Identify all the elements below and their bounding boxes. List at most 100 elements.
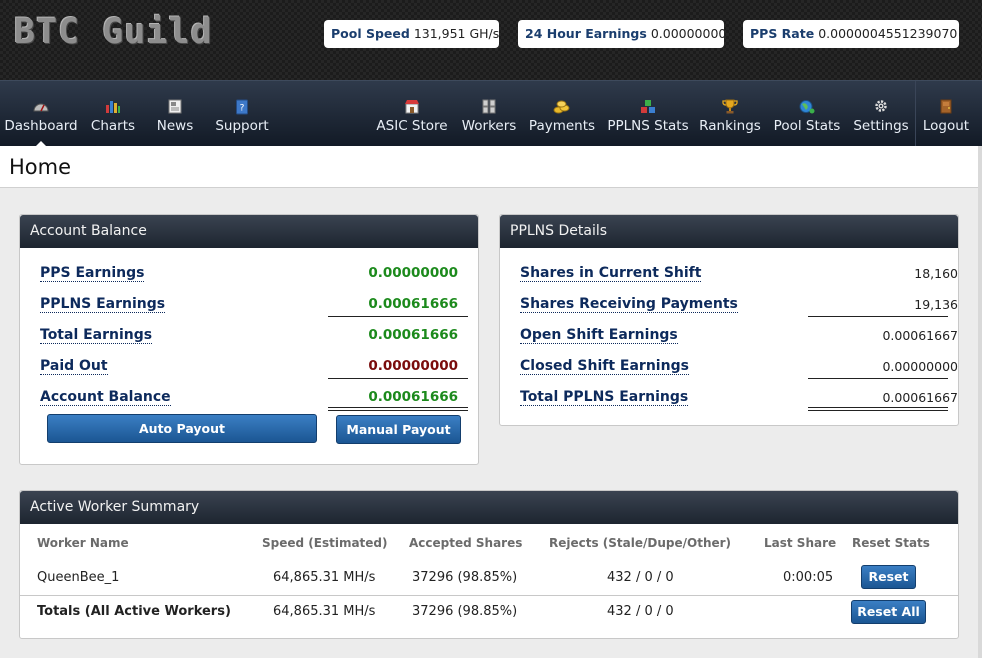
stat-value: 0.0000004551239070: [818, 26, 958, 41]
panel-title: Active Worker Summary: [20, 491, 958, 524]
auto-payout-button[interactable]: Auto Payout: [47, 414, 317, 443]
page-title-bar: Home: [0, 146, 978, 188]
reset-worker-button[interactable]: Reset: [861, 565, 916, 589]
help-book-icon: ?: [212, 97, 272, 115]
nav-settings[interactable]: Settings: [850, 81, 912, 147]
open-shift-earnings-link[interactable]: Open Shift Earnings: [520, 328, 678, 344]
total-earnings-value: 0.00061666: [368, 327, 458, 343]
coins-icon: [528, 97, 596, 115]
nav-label: PPLNS Stats: [607, 118, 689, 134]
workers-icon: [458, 97, 520, 115]
shares-receiving-payments-link[interactable]: Shares Receiving Payments: [520, 297, 738, 313]
site-logo[interactable]: BTC Guild: [14, 12, 213, 52]
nav-label: Dashboard: [4, 118, 78, 134]
totals-speed: 64,865.31 MH/s: [273, 604, 376, 619]
shares-current-shift-value: 18,160: [914, 266, 958, 281]
page-title: Home: [9, 155, 72, 179]
account-balance-link[interactable]: Account Balance: [40, 390, 171, 406]
nav-label: Rankings: [699, 118, 761, 134]
totals-label: Totals (All Active Workers): [37, 604, 231, 619]
svg-text:?: ?: [240, 104, 245, 114]
total-pplns-earnings-link[interactable]: Total PPLNS Earnings: [520, 390, 689, 406]
door-icon: [918, 97, 974, 115]
balance-row-total: Total Earnings 0.00061666: [40, 321, 460, 352]
open-shift-earnings-value: 0.00061667: [882, 328, 958, 343]
store-icon: [374, 97, 450, 115]
nav-pool-stats[interactable]: Pool Stats: [770, 81, 844, 147]
total-pplns-earnings-value: 0.00061667: [882, 390, 958, 405]
shares-receiving-payments-value: 19,136: [914, 297, 958, 312]
pplns-row: Open Shift Earnings 0.00061667: [520, 321, 958, 352]
worker-name: QueenBee_1: [37, 570, 120, 585]
closed-shift-earnings-link[interactable]: Closed Shift Earnings: [520, 359, 689, 375]
active-worker-summary-panel: Active Worker Summary Worker Name Speed …: [19, 490, 959, 639]
nav-payments[interactable]: Payments: [528, 81, 596, 147]
stat-value: 131,951 GH/s: [413, 26, 500, 41]
panel-title: Account Balance: [20, 215, 478, 248]
nav-charts[interactable]: Charts: [84, 81, 142, 147]
pplns-earnings-link[interactable]: PPLNS Earnings: [40, 297, 166, 313]
stat-label: PPS Rate: [750, 26, 815, 41]
blocks-icon: [604, 97, 692, 115]
nav-rankings[interactable]: Rankings: [698, 81, 762, 147]
nav-pplns-stats[interactable]: PPLNS Stats: [604, 81, 692, 147]
column-header[interactable]: Last Share: [764, 536, 836, 550]
sum-divider: [328, 378, 468, 379]
pplns-details-panel: PPLNS Details Shares in Current Shift 18…: [499, 214, 959, 426]
paid-out-value: 0.00000000: [368, 358, 458, 374]
panel-title: PPLNS Details: [500, 215, 958, 248]
pps-earnings-link[interactable]: PPS Earnings: [40, 266, 145, 282]
worker-speed: 64,865.31 MH/s: [273, 570, 376, 585]
nav-workers[interactable]: Workers: [458, 81, 520, 147]
nav-label: Settings: [853, 118, 909, 134]
totals-accepted-shares: 37296 (98.85%): [412, 604, 518, 619]
nav-news[interactable]: News: [150, 81, 200, 147]
pool-speed-stat: Pool Speed 131,951 GH/s: [324, 20, 499, 48]
worker-last-share: 0:00:05: [783, 570, 834, 585]
pplns-row: Shares in Current Shift 18,160: [520, 259, 958, 290]
stat-value: 0.00000000: [650, 26, 727, 41]
reset-all-button[interactable]: Reset All: [851, 600, 926, 624]
column-header[interactable]: Accepted Shares: [409, 536, 522, 550]
total-earnings-link[interactable]: Total Earnings: [40, 328, 153, 344]
gear-icon: [850, 97, 912, 115]
scrollbar-track[interactable]: [978, 146, 982, 658]
trophy-icon: [698, 97, 762, 115]
stat-label: Pool Speed: [331, 26, 410, 41]
column-header[interactable]: Speed (Estimated): [262, 536, 388, 550]
worker-rejects: 432 / 0 / 0: [607, 570, 674, 585]
nav-divider: [915, 81, 916, 147]
account-balance-panel: Account Balance PPS Earnings 0.00000000 …: [19, 214, 479, 465]
sum-divider: [328, 316, 468, 317]
nav-dashboard[interactable]: Dashboard: [0, 81, 82, 147]
nav-label: Workers: [461, 118, 517, 134]
main-nav: Dashboard Charts News ? Support ASIC Sto…: [0, 80, 982, 147]
nav-label: News: [156, 118, 194, 134]
account-balance-value: 0.00061666: [368, 389, 458, 405]
nav-support[interactable]: ? Support: [212, 81, 272, 147]
manual-payout-button[interactable]: Manual Payout: [336, 415, 461, 444]
earnings-24h-stat: 24 Hour Earnings 0.00000000: [518, 20, 727, 48]
column-header[interactable]: Rejects (Stale/Dupe/Other): [549, 536, 731, 550]
nav-logout[interactable]: Logout: [918, 81, 974, 147]
site-header: BTC Guild Pool Speed 131,951 GH/s 24 Hou…: [0, 0, 982, 80]
closed-shift-earnings-value: 0.00000000: [882, 359, 958, 374]
total-double-underline: [808, 407, 948, 411]
totals-divider: [20, 595, 958, 596]
nav-label: Support: [215, 118, 269, 134]
bar-chart-icon: [84, 97, 142, 115]
stat-label: 24 Hour Earnings: [525, 26, 647, 41]
gauge-icon: [0, 97, 82, 115]
nav-label: Logout: [922, 118, 970, 134]
nav-label: ASIC Store: [376, 118, 448, 134]
pps-rate-stat: PPS Rate 0.0000004551239070: [743, 20, 959, 48]
shares-current-shift-link[interactable]: Shares in Current Shift: [520, 266, 702, 282]
nav-asic-store[interactable]: ASIC Store: [374, 81, 450, 147]
column-header[interactable]: Worker Name: [37, 536, 129, 550]
paid-out-link[interactable]: Paid Out: [40, 359, 108, 375]
balance-row-pps: PPS Earnings 0.00000000: [40, 259, 460, 290]
newspaper-icon: [150, 97, 200, 115]
column-header[interactable]: Reset Stats: [852, 536, 930, 550]
globe-icon: [770, 97, 844, 115]
pps-earnings-value: 0.00000000: [368, 265, 458, 281]
